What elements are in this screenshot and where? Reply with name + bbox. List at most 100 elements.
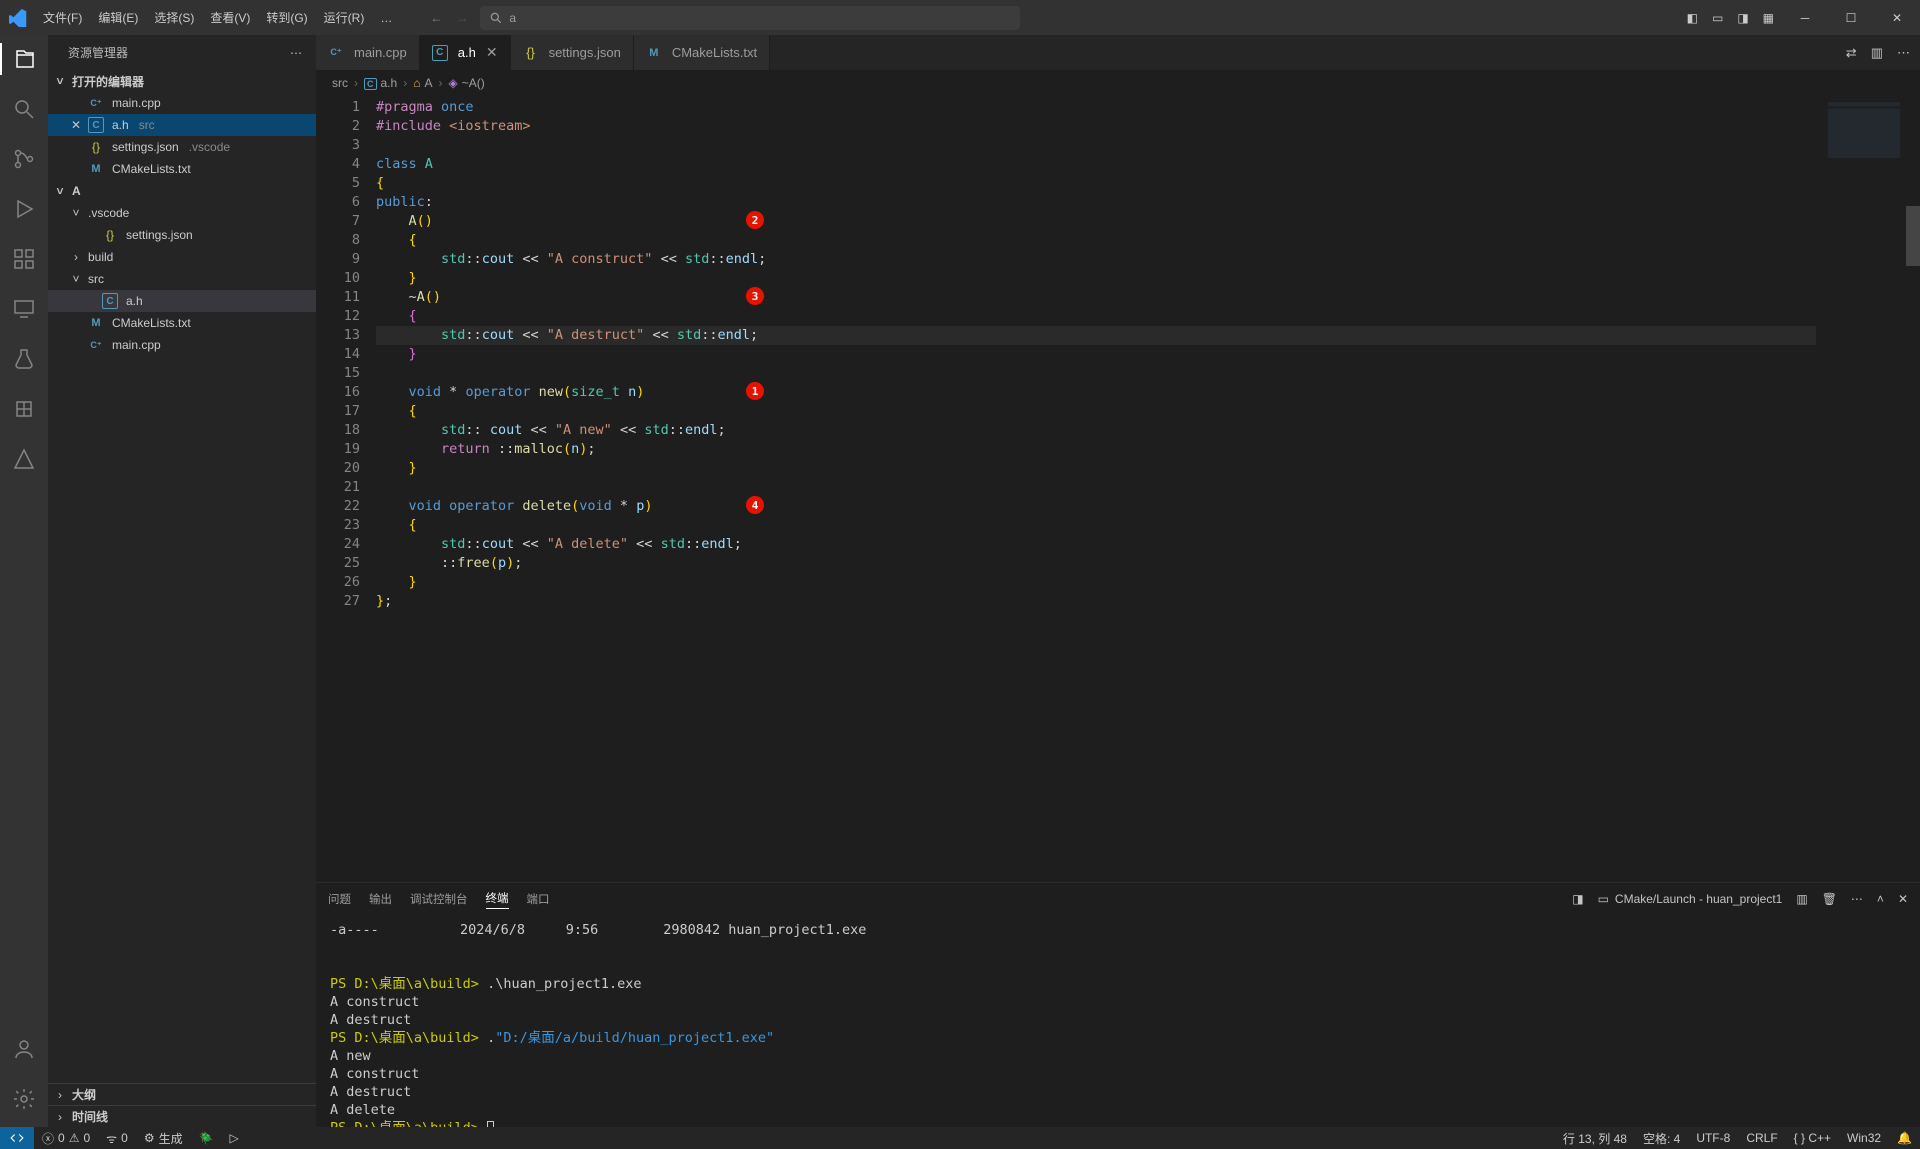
code-line[interactable]: } bbox=[376, 459, 1816, 478]
minimap[interactable] bbox=[1816, 96, 1906, 882]
file-tree-item[interactable]: C⁺main.cpp bbox=[48, 334, 316, 356]
layout-panel-right-icon[interactable]: ◨ bbox=[1737, 11, 1748, 25]
editor-tab[interactable]: MCMakeLists.txt bbox=[634, 35, 770, 70]
menu-item[interactable]: 编辑(E) bbox=[90, 0, 146, 35]
breadcrumb[interactable]: src›Ca.h›⌂A›◈~A() bbox=[316, 70, 1920, 96]
code-line[interactable]: public: bbox=[376, 193, 1816, 212]
menu-item[interactable]: 转到(G) bbox=[258, 0, 315, 35]
panel-more-icon[interactable]: ⋯ bbox=[1851, 892, 1863, 906]
code-line[interactable]: std::cout << "A construct" << std::endl; bbox=[376, 250, 1816, 269]
panel-tab[interactable]: 端口 bbox=[527, 891, 550, 907]
file-tree-item[interactable]: {}settings.json bbox=[48, 224, 316, 246]
panel-tab[interactable]: 终端 bbox=[486, 890, 509, 909]
status-problems[interactable]: ⓧ0 ⚠0 bbox=[34, 1127, 98, 1149]
code-line[interactable]: class A bbox=[376, 155, 1816, 174]
run-debug-icon[interactable] bbox=[0, 193, 48, 225]
code-line[interactable]: } bbox=[376, 573, 1816, 592]
menu-item[interactable]: 文件(F) bbox=[35, 0, 90, 35]
panel-close-icon[interactable]: ✕ bbox=[1898, 892, 1908, 906]
file-tree-item[interactable]: MCMakeLists.txt bbox=[48, 312, 316, 334]
code-line[interactable]: std::cout << "A destruct" << std::endl; bbox=[376, 326, 1816, 345]
panel-layout-icon[interactable]: ◨ bbox=[1572, 892, 1583, 906]
tab-close-icon[interactable]: ✕ bbox=[486, 44, 498, 61]
editor-tab[interactable]: C⁺main.cpp bbox=[316, 35, 420, 70]
open-editor-item[interactable]: {}settings.json.vscode bbox=[48, 136, 316, 158]
code-editor[interactable]: #pragma once#include <iostream> class A{… bbox=[376, 96, 1816, 882]
code-line[interactable]: { bbox=[376, 516, 1816, 535]
window-minimize-icon[interactable]: ─ bbox=[1782, 0, 1828, 35]
open-editors-header[interactable]: ˅ 打开的编辑器 bbox=[48, 70, 316, 92]
more-icon[interactable]: ⋯ bbox=[1897, 45, 1910, 61]
command-center-search[interactable]: a bbox=[480, 6, 1020, 30]
file-tree-item[interactable]: ›build bbox=[48, 246, 316, 268]
code-line[interactable] bbox=[376, 478, 1816, 497]
code-line[interactable]: return ::malloc(n); bbox=[376, 440, 1816, 459]
menu-item[interactable]: … bbox=[372, 0, 400, 35]
file-tree-item[interactable]: ˅.vscode bbox=[48, 202, 316, 224]
code-line[interactable]: { bbox=[376, 402, 1816, 421]
panel-maximize-icon[interactable]: ˄ bbox=[1877, 892, 1884, 906]
code-line[interactable]: #include <iostream> bbox=[376, 117, 1816, 136]
menu-item[interactable]: 查看(V) bbox=[202, 0, 258, 35]
terminal-output[interactable]: -a---- 2024/6/8 9:56 2980842 huan_projec… bbox=[316, 915, 1920, 1127]
source-control-icon[interactable] bbox=[0, 143, 48, 175]
close-editor-icon[interactable]: ✕ bbox=[68, 118, 84, 132]
status-cmake-build[interactable]: ⚙生成 bbox=[136, 1127, 191, 1149]
code-line[interactable] bbox=[376, 364, 1816, 383]
nav-back-icon[interactable]: ← bbox=[430, 11, 442, 25]
status-eol[interactable]: CRLF bbox=[1738, 1127, 1785, 1149]
panel-tab[interactable]: 问题 bbox=[328, 891, 351, 907]
code-line[interactable]: A() bbox=[376, 212, 1816, 231]
kill-terminal-icon[interactable]: 🗑 bbox=[1822, 892, 1837, 906]
status-cursor-position[interactable]: 行 13, 列 48 bbox=[1555, 1127, 1635, 1149]
timeline-header[interactable]: ›时间线 bbox=[48, 1105, 316, 1127]
overview-ruler[interactable] bbox=[1906, 96, 1920, 882]
terminal-profile[interactable]: ▭CMake/Launch - huan_project1 bbox=[1598, 892, 1783, 906]
panel-tab[interactable]: 调试控制台 bbox=[410, 891, 468, 907]
status-cmake-run-icon[interactable]: ▷ bbox=[222, 1127, 247, 1149]
code-line[interactable]: { bbox=[376, 307, 1816, 326]
menu-item[interactable]: 选择(S) bbox=[146, 0, 202, 35]
breadcrumb-segment[interactable]: ◈~A() bbox=[448, 76, 484, 90]
breadcrumb-segment[interactable]: Ca.h bbox=[364, 76, 397, 90]
nav-forward-icon[interactable]: → bbox=[456, 11, 468, 25]
code-line[interactable]: } bbox=[376, 345, 1816, 364]
code-line[interactable]: ::free(p); bbox=[376, 554, 1816, 573]
open-editor-item[interactable]: ✕Ca.hsrc bbox=[48, 114, 316, 136]
code-line[interactable]: } bbox=[376, 269, 1816, 288]
layout-panel-bottom-icon[interactable]: ▭ bbox=[1712, 11, 1723, 25]
remote-indicator-icon[interactable] bbox=[0, 1127, 34, 1149]
status-notifications-icon[interactable]: 🔔 bbox=[1889, 1127, 1920, 1149]
compare-icon[interactable]: ⇄ bbox=[1846, 45, 1857, 61]
file-tree-item[interactable]: Ca.h bbox=[48, 290, 316, 312]
editor-tab[interactable]: Ca.h✕ bbox=[420, 35, 511, 70]
code-line[interactable]: { bbox=[376, 231, 1816, 250]
open-editor-item[interactable]: C⁺main.cpp bbox=[48, 92, 316, 114]
accounts-icon[interactable] bbox=[0, 1033, 48, 1065]
status-encoding[interactable]: UTF-8 bbox=[1688, 1127, 1738, 1149]
project-header[interactable]: ˅ A bbox=[48, 180, 316, 202]
remote-explorer-icon[interactable] bbox=[0, 293, 48, 325]
open-editor-item[interactable]: MCMakeLists.txt bbox=[48, 158, 316, 180]
window-close-icon[interactable]: ✕ bbox=[1874, 0, 1920, 35]
editor-tab[interactable]: {}settings.json bbox=[511, 35, 634, 70]
explorer-icon[interactable] bbox=[0, 43, 48, 75]
testing-icon[interactable] bbox=[0, 343, 48, 375]
status-platform[interactable]: Win32 bbox=[1839, 1127, 1889, 1149]
menu-item[interactable]: 运行(R) bbox=[316, 0, 373, 35]
layout-panel-left-icon[interactable]: ◧ bbox=[1687, 11, 1698, 25]
panel-tab[interactable]: 输出 bbox=[369, 891, 392, 907]
code-line[interactable]: std:: cout << "A new" << std::endl; bbox=[376, 421, 1816, 440]
extensions-icon[interactable] bbox=[0, 243, 48, 275]
code-line[interactable]: void operator delete(void * p) bbox=[376, 497, 1816, 516]
code-line[interactable]: std::cout << "A delete" << std::endl; bbox=[376, 535, 1816, 554]
status-cmake-debug-icon[interactable]: 🪲 bbox=[191, 1127, 222, 1149]
search-activity-icon[interactable] bbox=[0, 93, 48, 125]
layout-customize-icon[interactable]: ▦ bbox=[1763, 11, 1774, 25]
code-line[interactable]: void * operator new(size_t n) bbox=[376, 383, 1816, 402]
file-tree-item[interactable]: ˅src bbox=[48, 268, 316, 290]
code-line[interactable]: }; bbox=[376, 592, 1816, 611]
outline-header[interactable]: ›大纲 bbox=[48, 1083, 316, 1105]
cmake-icon[interactable] bbox=[0, 393, 48, 425]
cmake-outline-icon[interactable] bbox=[0, 443, 48, 475]
